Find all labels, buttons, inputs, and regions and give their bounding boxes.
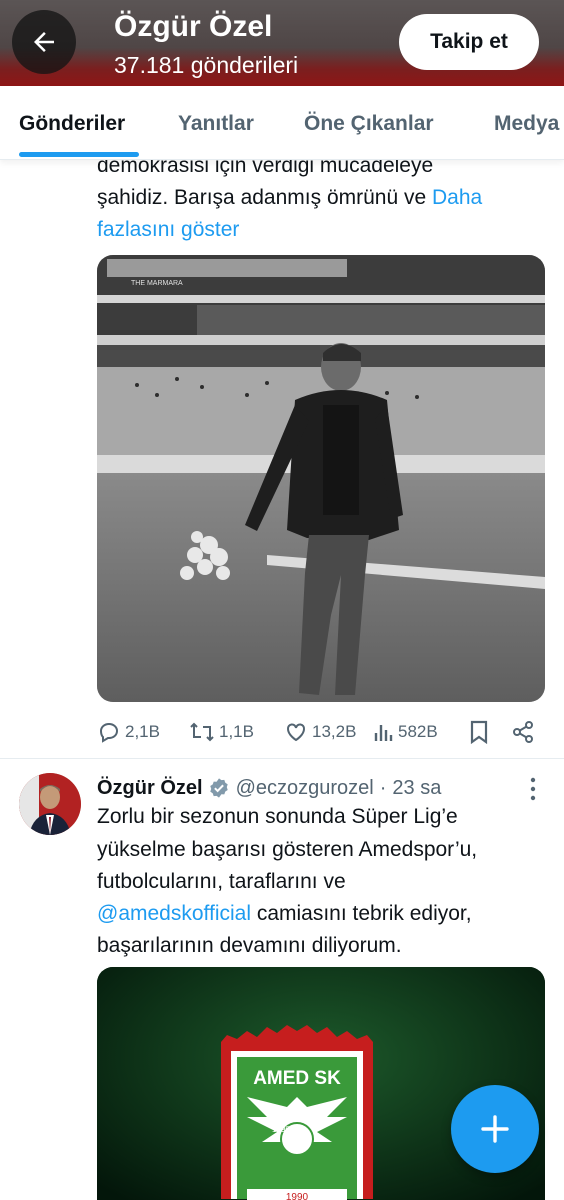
profile-name: Özgür Özel [114,10,273,43]
verified-badge-icon [209,778,228,798]
tweet1-photo[interactable]: THE MARMARA [97,255,545,702]
tweet2-text-line3: futbolcularını, taraflarını ve [97,870,346,893]
post-count: 37.181 gönderileri [114,52,299,78]
tweet2-text-line1: Zorlu bir sezonun sonunda Süper Lig’e [97,805,458,828]
mention-link[interactable]: @amedskofficial [97,902,251,925]
author-name[interactable]: Özgür Özel [97,777,203,800]
tweet2-text-line5: başarılarının devamını diliyorum. [97,934,402,957]
like-action[interactable]: 13,2B [284,718,356,746]
share-action[interactable] [511,718,535,746]
views-icon [374,725,393,741]
logo-year-top: 1990 [272,1125,290,1134]
like-icon [287,723,305,742]
profile-tabs: Gönderiler Yanıtlar Öne Çıkanlar Medya [0,86,564,160]
show-more-link[interactable]: Daha [432,186,482,209]
author-handle[interactable]: @eczozgurozel [236,777,374,800]
back-button[interactable] [12,10,76,74]
like-count: 13,2B [312,722,357,741]
reply-count: 2,1B [125,722,160,741]
tweet2-text-line4: @amedskofficial camiasını tebrik ediyor, [97,898,472,930]
tweet-time[interactable]: 23 sa [392,777,441,800]
tweet1-actions: 2,1B 1,1B 13,2B 582B [97,718,545,746]
views-count: 582B [398,722,438,741]
logo-year-bottom: 1990 [286,1192,309,1200]
views-action[interactable]: 582B [374,718,438,746]
tab-highlights[interactable]: Öne Çıkanlar [304,112,434,136]
reply-action[interactable]: 2,1B [97,718,160,746]
tweet-divider [0,758,564,759]
more-options-button[interactable] [523,776,543,802]
repost-count: 1,1B [219,722,254,741]
tab-posts[interactable]: Gönderiler [19,112,125,136]
avatar-photo [19,773,81,835]
logo-text: AMED SK [253,1068,341,1089]
plus-icon [481,1115,509,1143]
repost-action[interactable]: 1,1B [189,718,254,746]
tab-replies[interactable]: Yanıtlar [178,112,254,136]
tweet1-text-line2: şahidiz. Barışa adanmış ömrünü ve Daha [97,182,482,214]
compose-button[interactable] [451,1085,539,1173]
active-tab-indicator [19,152,139,157]
profile-header: Özgür Özel 37.181 gönderileri Takip et [0,0,564,86]
back-arrow-icon [34,32,54,52]
building-sign-text: THE MARMARA [131,280,183,287]
tweet2-header: Özgür Özel @eczozgurozel · 23 sa [97,774,441,802]
show-more-link-continued[interactable]: fazlasını göster [97,214,239,246]
photo-illustration: THE MARMARA [97,255,545,702]
share-icon [513,721,533,743]
reply-icon [99,722,119,743]
avatar[interactable] [19,773,81,835]
tab-media[interactable]: Medya [494,112,559,136]
meta-separator: · [379,776,387,799]
tweet2-text-line4-rest: camiasını tebrik ediyor, [251,902,472,925]
follow-button[interactable]: Takip et [399,14,539,70]
tweet1-text: şahidiz. Barışa adanmış ömrünü ve [97,186,432,209]
bookmark-icon [470,720,488,744]
repost-icon [190,722,214,742]
tweet2-text-line2: yükselme başarısı gösteren Amedspor’u, [97,838,478,861]
bookmark-action[interactable] [469,718,489,746]
more-icon [530,777,536,801]
